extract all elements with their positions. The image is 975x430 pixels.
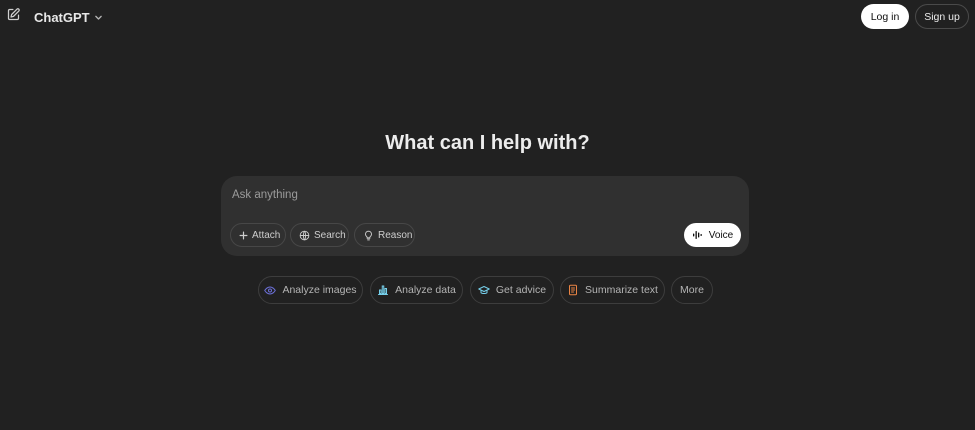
prompt-input[interactable] [232, 186, 732, 204]
suggestion-analyze-images[interactable]: Analyze images [258, 276, 363, 304]
attach-button[interactable]: Attach [230, 223, 286, 247]
model-selector[interactable]: ChatGPT [34, 8, 104, 26]
globe-icon [299, 230, 310, 241]
signup-button[interactable]: Sign up [915, 4, 969, 29]
waveform-icon [692, 229, 704, 241]
suggestion-label: Get advice [495, 284, 547, 296]
reason-label: Reason [378, 229, 413, 241]
voice-button[interactable]: Voice [684, 223, 741, 247]
edit-square-icon [6, 7, 21, 27]
plus-icon [239, 230, 248, 241]
page-title: What can I help with? [385, 132, 590, 154]
login-button[interactable]: Log in [861, 4, 909, 29]
top-bar: ChatGPT Log in Sign up [0, 0, 975, 34]
suggestion-analyze-data[interactable]: Analyze data [370, 276, 463, 304]
voice-label: Voice [708, 229, 734, 241]
search-label: Search [314, 229, 346, 241]
bar-chart-icon [377, 284, 389, 296]
suggestion-more[interactable]: More [671, 276, 713, 304]
document-icon [567, 284, 579, 296]
suggestion-label: More [680, 284, 704, 296]
composer: Attach Search Reason [221, 176, 749, 256]
model-name: ChatGPT [34, 9, 90, 25]
new-chat-button[interactable] [4, 8, 22, 26]
search-button[interactable]: Search [290, 223, 349, 247]
suggestion-summarize-text[interactable]: Summarize text [560, 276, 665, 304]
graduation-cap-icon [478, 284, 490, 296]
app-page: ChatGPT Log in Sign up What can I help w… [0, 0, 975, 430]
attach-label: Attach [252, 229, 281, 241]
eye-icon [264, 284, 277, 296]
suggestion-label: Analyze images [282, 284, 357, 296]
suggestion-get-advice[interactable]: Get advice [470, 276, 554, 304]
chevron-down-icon [94, 12, 104, 22]
reason-button[interactable]: Reason [354, 223, 415, 247]
suggestion-label: Analyze data [395, 284, 456, 296]
lightbulb-icon [363, 230, 374, 241]
suggestion-label: Summarize text [585, 284, 658, 296]
